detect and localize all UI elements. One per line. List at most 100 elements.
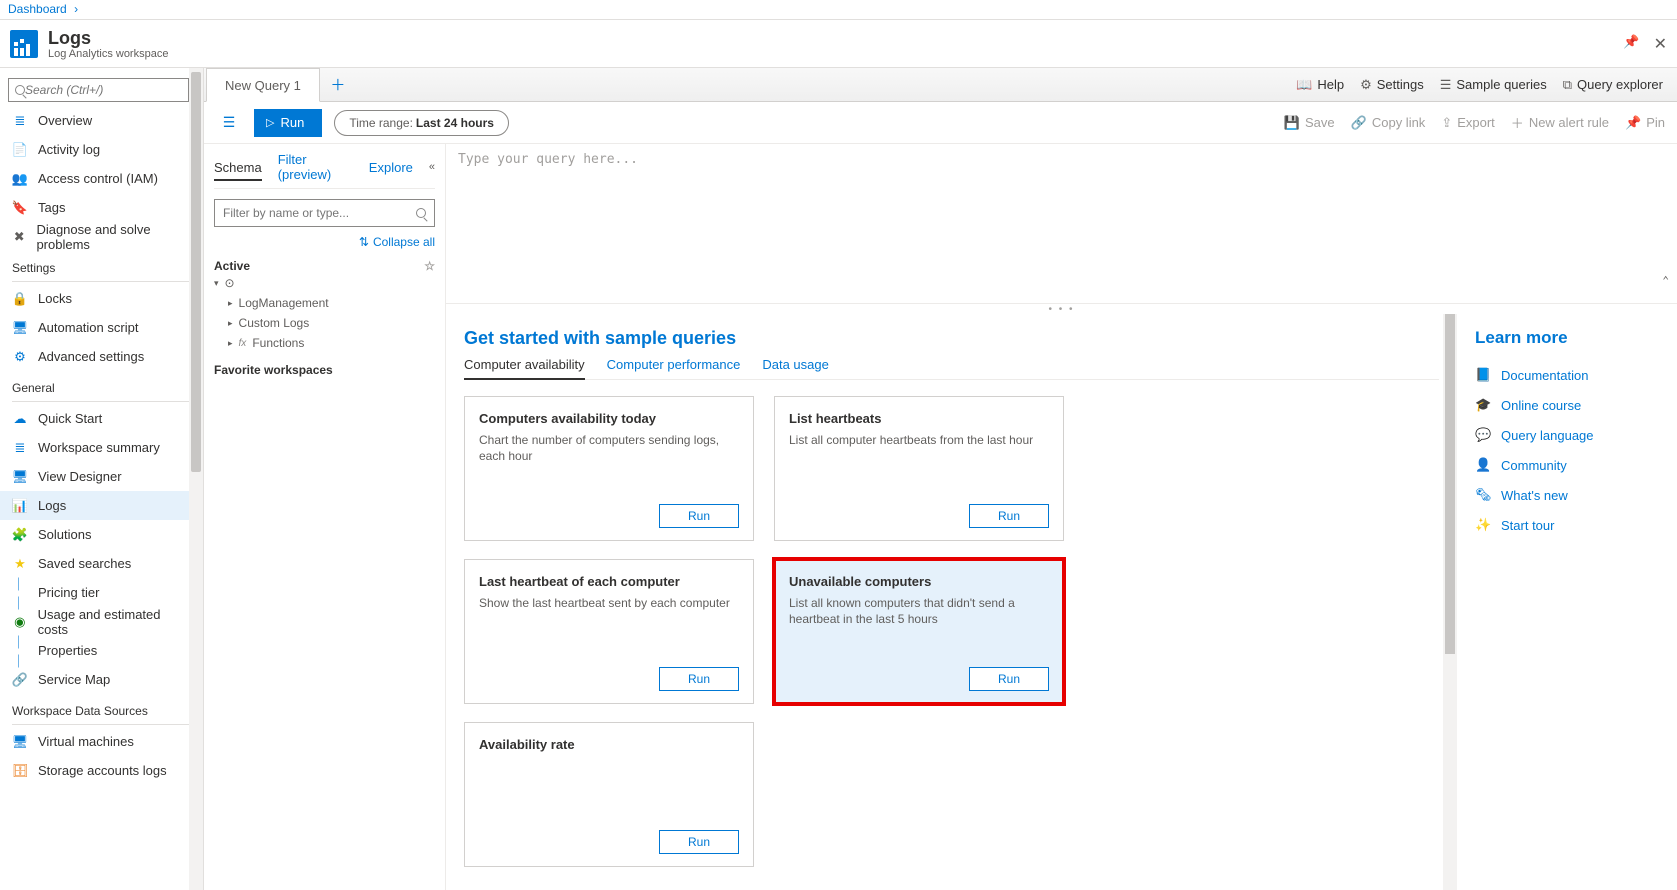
sidebar-item-properties[interactable]: ｜｜Properties (0, 636, 203, 665)
sample-query-card[interactable]: List heartbeatsList all computer heartbe… (774, 396, 1064, 541)
learn-more-pane: Learn more 📘Documentation🎓Online course💬… (1457, 314, 1677, 890)
toolbar-copy-link[interactable]: 🔗Copy link (1351, 113, 1426, 132)
sidebar-item-solutions[interactable]: 🧩Solutions (0, 520, 203, 549)
run-button[interactable]: ▷ Run (254, 109, 322, 137)
card-run-button[interactable]: Run (659, 504, 739, 528)
sample-query-card[interactable]: Unavailable computersList all known comp… (774, 559, 1064, 704)
sidebar-item-activity-log[interactable]: 📄Activity log (0, 135, 203, 164)
servicemap-icon: 🔗 (12, 672, 28, 688)
scrollbar-thumb[interactable] (1445, 314, 1455, 654)
overview-icon: ≣ (12, 113, 28, 129)
sidebar-item-label: View Designer (38, 469, 122, 484)
resize-handle[interactable]: • • • (446, 304, 1677, 314)
collapse-schema-icon[interactable]: « (429, 161, 435, 173)
toolbar-save[interactable]: 💾Save (1284, 113, 1335, 132)
tree-workspace-row[interactable]: ▾ ⊙ (214, 273, 435, 293)
tree-item-functions[interactable]: ▸fxFunctions (214, 333, 435, 353)
sidebar-item-storage-accounts-logs[interactable]: 🗄Storage accounts logs (0, 756, 203, 785)
schema-pane: Schema Filter (preview) Explore « ⇅ Coll… (204, 144, 446, 890)
close-icon[interactable]: ✕ (1654, 34, 1667, 54)
sidebar-item-label: Usage and estimated costs (38, 607, 191, 637)
time-range-selector[interactable]: Time range: Last 24 hours (334, 110, 509, 136)
sidebar-item-tags[interactable]: 🔖Tags (0, 193, 203, 222)
sidebar-item-label: Tags (38, 200, 65, 215)
breadcrumb-root[interactable]: Dashboard (8, 2, 67, 16)
iam-icon: 👥 (12, 171, 28, 187)
toolbar-pin[interactable]: 📌Pin (1625, 113, 1665, 132)
sidebar-item-locks[interactable]: 🔒Locks (0, 284, 203, 313)
schema-tab-filter[interactable]: Filter (preview) (278, 152, 353, 182)
query-tab[interactable]: New Query 1 (206, 68, 320, 102)
solutions-icon: 🧩 (12, 527, 28, 543)
sidebar-item-workspace-summary[interactable]: ≣Workspace summary (0, 433, 203, 462)
caret-right-icon: ▸ (228, 298, 233, 309)
card-run-button[interactable]: Run (659, 667, 739, 691)
topbar-sample-queries[interactable]: ☰Sample queries (1440, 77, 1547, 93)
toolbar-options-icon[interactable]: ☰ (216, 110, 242, 136)
card-title: Availability rate (479, 737, 739, 752)
collapse-all-link[interactable]: ⇅ Collapse all (214, 235, 435, 249)
sidebar-item-service-map[interactable]: 🔗Service Map (0, 665, 203, 694)
learn-link-online-course[interactable]: 🎓Online course (1475, 390, 1659, 420)
sidebar-item-access-control-iam-[interactable]: 👥Access control (IAM) (0, 164, 203, 193)
card-desc: List all known computers that didn't sen… (789, 595, 1049, 627)
editor-placeholder: Type your query here... (458, 152, 638, 167)
schema-filter-box[interactable] (214, 199, 435, 227)
sidebar-item-virtual-machines[interactable]: 🖥Virtual machines (0, 727, 203, 756)
query-editor[interactable]: Type your query here... ⌃ (446, 144, 1677, 304)
topbar-query-explorer[interactable]: ⧉Query explorer (1563, 77, 1663, 93)
learn-link-community[interactable]: 👤Community (1475, 450, 1659, 480)
sidebar-item-diagnose-and-solve-problems[interactable]: ✖Diagnose and solve problems (0, 222, 203, 251)
schema-tab-explore[interactable]: Explore (369, 160, 413, 175)
results-tab-computer-performance[interactable]: Computer performance (607, 357, 741, 379)
sidebar-item-quick-start[interactable]: ☁Quick Start (0, 404, 203, 433)
learn-link-query-language[interactable]: 💬Query language (1475, 420, 1659, 450)
sidebar-item-pricing-tier[interactable]: ｜｜Pricing tier (0, 578, 203, 607)
pin-icon[interactable]: 📌 (1623, 34, 1639, 54)
learn-link-start-tour[interactable]: ✨Start tour (1475, 510, 1659, 540)
results-tab-data-usage[interactable]: Data usage (762, 357, 829, 379)
schema-filter-input[interactable] (223, 206, 416, 220)
page-title: Logs (48, 28, 168, 48)
sidebar-item-advanced-settings[interactable]: ⚙Advanced settings (0, 342, 203, 371)
card-run-button[interactable]: Run (659, 830, 739, 854)
schema-tab-schema[interactable]: Schema (214, 160, 262, 181)
scrollbar[interactable] (1443, 314, 1457, 890)
sidebar-item-usage-and-estimated-costs[interactable]: ◉Usage and estimated costs (0, 607, 203, 636)
search-input[interactable] (25, 83, 182, 97)
page-header: Logs Log Analytics workspace 📌 ✕ (0, 20, 1677, 68)
sidebar-item-automation-script[interactable]: 🖥Automation script (0, 313, 203, 342)
sidebar-item-view-designer[interactable]: 🖥View Designer (0, 462, 203, 491)
expand-editor-icon[interactable]: ⌃ (1662, 274, 1669, 287)
learn-link-documentation[interactable]: 📘Documentation (1475, 360, 1659, 390)
course-icon: 🎓 (1475, 397, 1491, 413)
card-run-button[interactable]: Run (969, 504, 1049, 528)
book-icon: 📖 (1296, 77, 1312, 93)
learn-link-what-s-new[interactable]: 🗞What's new (1475, 480, 1659, 510)
tree-item-logmanagement[interactable]: ▸LogManagement (214, 293, 435, 313)
results-tab-computer-availability[interactable]: Computer availability (464, 357, 585, 380)
sidebar-item-logs[interactable]: 📊Logs (0, 491, 203, 520)
query-tabs-bar: New Query 1 ＋ 📖Help ⚙Settings ☰Sample quer… (204, 68, 1677, 102)
sample-query-card[interactable]: Last heartbeat of each computerShow the … (464, 559, 754, 704)
card-desc: Show the last heartbeat sent by each com… (479, 595, 739, 611)
search-box[interactable] (8, 78, 189, 102)
sample-query-card[interactable]: Availability rate Run (464, 722, 754, 867)
sample-query-card[interactable]: Computers availability todayChart the nu… (464, 396, 754, 541)
pin-icon: 📌 (1625, 115, 1641, 131)
search-icon (15, 85, 25, 95)
toolbar-new-alert-rule[interactable]: ＋New alert rule (1511, 113, 1609, 132)
logs-icon: 📊 (12, 498, 28, 514)
toolbar-export[interactable]: ⇪Export (1441, 113, 1494, 132)
star-icon[interactable]: ☆ (424, 259, 435, 273)
section-header: General (0, 371, 203, 399)
topbar-help[interactable]: 📖Help (1296, 77, 1344, 93)
scrollbar-thumb[interactable] (191, 72, 201, 472)
card-run-button[interactable]: Run (969, 667, 1049, 691)
tree-item-custom-logs[interactable]: ▸Custom Logs (214, 313, 435, 333)
sidebar-item-overview[interactable]: ≣Overview (0, 106, 203, 135)
sidebar-item-saved-searches[interactable]: ★Saved searches (0, 549, 203, 578)
topbar-settings[interactable]: ⚙Settings (1360, 77, 1424, 93)
add-tab-button[interactable]: ＋ (326, 73, 350, 97)
scrollbar[interactable] (189, 68, 203, 890)
